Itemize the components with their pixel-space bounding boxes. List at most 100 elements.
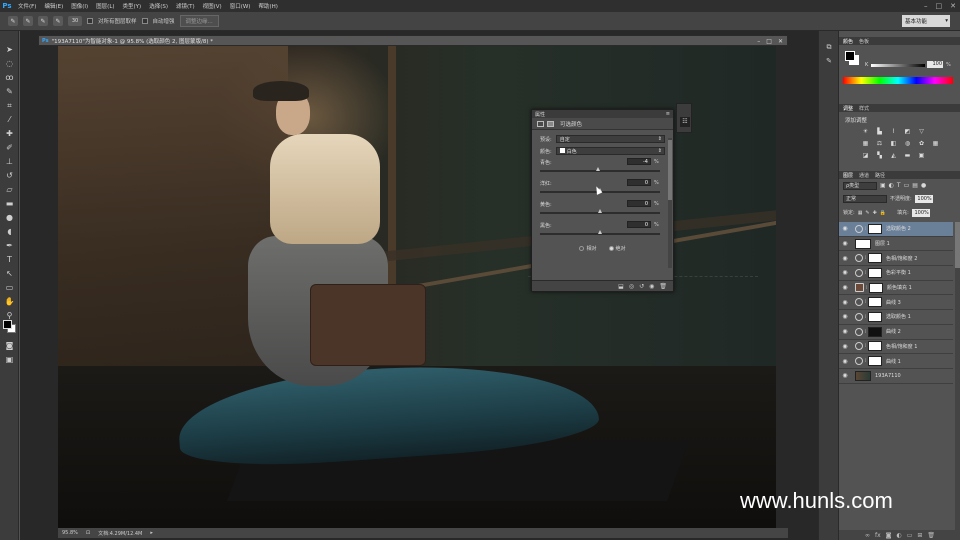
subtract-selection-icon[interactable]: ✎ — [53, 16, 63, 26]
view-previous-icon[interactable]: ◎ — [629, 283, 634, 290]
opacity-input[interactable]: 100% — [914, 194, 933, 203]
zoom-level[interactable]: 95.8% — [62, 530, 78, 536]
properties-panel-icon[interactable]: ☷ — [680, 117, 690, 127]
slider-value-input[interactable]: 0 — [627, 200, 651, 207]
selective-color-icon[interactable]: ▣ — [917, 152, 926, 160]
visibility-eye-icon[interactable]: ◉ — [839, 372, 851, 379]
hue-saturation-icon[interactable]: ▦ — [861, 140, 870, 148]
auto-enhance-checkbox[interactable] — [141, 18, 148, 24]
method-relative[interactable]: 相对 — [579, 245, 597, 252]
layer-style-icon[interactable]: fx — [875, 532, 881, 539]
menu-item-2[interactable]: 图像(I) — [67, 2, 92, 10]
layer-row[interactable]: ◉ ⁞ 选取颜色 2 — [839, 222, 953, 237]
visibility-eye-icon[interactable]: ◉ — [839, 343, 851, 350]
layer-row[interactable]: ◉ ⁞ 色相/饱和度 2 — [839, 251, 953, 267]
document-info[interactable]: 文档:4.29M/12.4M — [98, 530, 142, 537]
workspace-select[interactable]: 基本功能 ▾ — [902, 15, 950, 27]
brightness-icon[interactable]: ☀ — [861, 128, 870, 136]
menu-item-1[interactable]: 编辑(E) — [40, 2, 67, 10]
add-mask-icon[interactable]: ◙ — [886, 532, 892, 539]
layer-mask-thumbnail[interactable] — [868, 326, 882, 337]
channel-mixer-icon[interactable]: ✿ — [917, 140, 926, 148]
lock-transparent-icon[interactable]: ▦ — [858, 210, 863, 216]
layer-row[interactable]: ◉ 图层 1 — [839, 237, 953, 252]
exposure-icon[interactable]: ◩ — [903, 128, 912, 136]
menu-item-8[interactable]: 窗口(W) — [226, 2, 255, 10]
layer-row[interactable]: ◉ ⁞ 选取颜色 1 — [839, 310, 953, 325]
layer-mask-thumbnail[interactable] — [869, 282, 883, 293]
status-arrow-icon[interactable]: ▸ — [150, 530, 153, 536]
color-lookup-icon[interactable]: ▦ — [931, 140, 940, 148]
fill-input[interactable]: 100% — [911, 208, 930, 217]
quick-selection-tool-icon[interactable]: ✎ — [4, 87, 15, 97]
healing-brush-tool-icon[interactable]: ✚ — [4, 129, 15, 139]
reset-icon[interactable]: ↺ — [639, 283, 644, 290]
visibility-eye-icon[interactable]: ◉ — [839, 269, 851, 276]
path-selection-tool-icon[interactable]: ↖ — [4, 269, 15, 279]
slider-value-input[interactable]: 0 — [627, 221, 651, 228]
lock-position-icon[interactable]: ✚ — [873, 210, 877, 216]
maximize-button[interactable]: □ — [936, 2, 943, 10]
k-value-input[interactable]: 100 — [927, 61, 943, 68]
filter-shape-icon[interactable]: ▭ — [904, 182, 910, 189]
lock-all-icon[interactable]: 🔒 — [880, 210, 886, 216]
color-spectrum[interactable] — [843, 77, 953, 84]
dodge-tool-icon[interactable]: ◖ — [4, 227, 15, 237]
gradient-map-icon[interactable]: ▬ — [903, 152, 912, 160]
slider-thumb[interactable] — [598, 209, 602, 213]
clip-to-layer-icon[interactable]: ⬓ — [618, 283, 624, 290]
menu-item-7[interactable]: 视图(V) — [199, 2, 226, 10]
pen-tool-icon[interactable]: ✒ — [4, 241, 15, 251]
refine-edge-button[interactable]: 调整边缘... — [179, 15, 219, 27]
layer-row[interactable]: ◉ ⁞ 色彩平衡 1 — [839, 266, 953, 281]
layer-filter-select[interactable]: ρ类型 — [843, 181, 877, 190]
layer-mask-thumbnail[interactable] — [868, 297, 882, 308]
marquee-tool-icon[interactable]: ◌ — [4, 59, 15, 69]
black-white-icon[interactable]: ◧ — [889, 140, 898, 148]
minimize-button[interactable]: – — [924, 2, 928, 10]
menu-item-9[interactable]: 帮助(H) — [254, 2, 281, 10]
new-group-icon[interactable]: ▭ — [907, 532, 913, 539]
slider-track[interactable] — [540, 170, 660, 172]
layer-mask-thumbnail[interactable] — [868, 253, 882, 264]
brush-size-picker[interactable]: 30 — [68, 16, 82, 26]
layer-mask-thumbnail[interactable] — [868, 341, 882, 352]
filter-toggle-icon[interactable]: ● — [921, 182, 926, 189]
delete-layer-icon[interactable]: 🗑 — [927, 532, 935, 539]
panel-foreground-swatch[interactable] — [845, 51, 855, 61]
new-adjustment-icon[interactable]: ◐ — [896, 532, 901, 539]
add-selection-icon[interactable]: ✎ — [38, 16, 48, 26]
link-layers-icon[interactable]: ∞ — [865, 532, 870, 539]
visibility-eye-icon[interactable]: ◉ — [839, 284, 851, 291]
document-minimize-button[interactable]: – — [757, 38, 760, 45]
gradient-tool-icon[interactable]: ▬ — [4, 199, 15, 209]
properties-tab[interactable]: 属性 — [535, 111, 545, 118]
sample-all-layers-checkbox[interactable] — [87, 18, 93, 24]
move-tool-icon[interactable]: ➤ — [4, 45, 15, 55]
visibility-eye-icon[interactable]: ◉ — [839, 299, 851, 306]
vibrance-icon[interactable]: ▽ — [917, 128, 926, 136]
curves-icon[interactable]: ⌇ — [889, 128, 898, 136]
colors-select[interactable]: 白色 ⇕ — [555, 147, 665, 155]
lock-pixels-icon[interactable]: ✎ — [865, 210, 869, 216]
history-brush-tool-icon[interactable]: ↺ — [4, 171, 15, 181]
levels-icon[interactable]: ▙ — [875, 128, 884, 136]
slider-thumb[interactable] — [598, 230, 602, 234]
visibility-eye-icon[interactable]: ◉ — [839, 358, 851, 365]
slider-thumb[interactable] — [595, 167, 600, 171]
menu-item-6[interactable]: 滤镜(T) — [172, 2, 199, 10]
visibility-eye-icon[interactable]: ◉ — [649, 283, 654, 290]
color-balance-icon[interactable]: ⚖ — [875, 140, 884, 148]
document-tab[interactable]: Ps "193A7110"为智能对象-1 @ 95.8% (选取颜色 2, 图层… — [38, 35, 788, 46]
threshold-icon[interactable]: ◭ — [889, 152, 898, 160]
screen-mode-icon[interactable]: ▣ — [4, 355, 15, 365]
status-icon[interactable]: ⊡ — [86, 530, 90, 536]
layer-row[interactable]: ◉ ⁞ 曲线 3 — [839, 295, 953, 311]
menu-item-4[interactable]: 类型(Y) — [119, 2, 146, 10]
relative-radio[interactable] — [579, 245, 585, 251]
lasso-tool-icon[interactable]: ꝏ — [4, 73, 15, 83]
slider-value-input[interactable]: 0 — [627, 179, 651, 186]
visibility-eye-icon[interactable]: ◉ — [839, 225, 851, 232]
menu-item-3[interactable]: 图层(L) — [92, 2, 118, 10]
new-layer-icon[interactable]: ⊞ — [917, 532, 922, 539]
